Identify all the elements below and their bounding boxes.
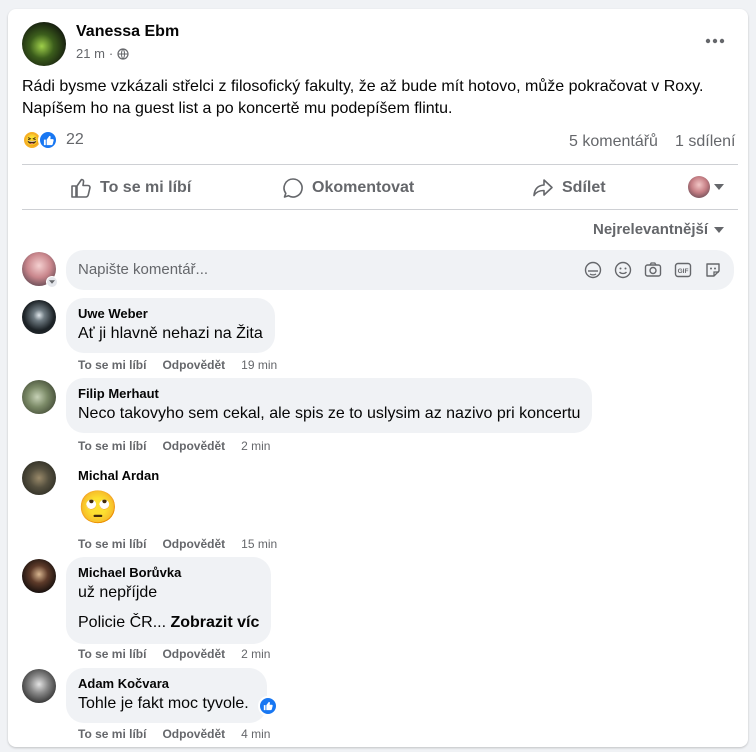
like-reaction-icon (38, 130, 58, 150)
comment-like-button[interactable]: To se mi líbí (78, 647, 146, 661)
eye-roll-emoji: 🙄 (78, 489, 118, 525)
share-button-label: Sdílet (562, 179, 606, 196)
comment-author[interactable]: Filip Merhaut (78, 386, 580, 401)
avatar-sticker-icon[interactable] (584, 261, 602, 279)
comment-time[interactable]: 4 min (241, 727, 270, 741)
comment-reply-button[interactable]: Odpovědět (162, 727, 225, 741)
comment-button[interactable]: Okomentovat (282, 177, 414, 199)
comment-bubble: Filip Merhaut Neco takovyho sem cekal, a… (66, 378, 593, 433)
sort-label: Nejrelevantnější (593, 221, 709, 238)
comment-avatar[interactable] (22, 380, 56, 414)
reactions-summary[interactable]: 😆 22 (22, 130, 84, 150)
composer-chevron-badge (46, 276, 58, 288)
comment-like-button[interactable]: To se mi líbí (78, 358, 146, 372)
comment-avatar[interactable] (22, 669, 56, 703)
comment-time[interactable]: 2 min (241, 647, 270, 661)
comment-actions: To se mi líbí Odpovědět 19 min (78, 358, 277, 372)
more-options-icon[interactable] (700, 31, 730, 51)
thumbs-up-icon (70, 177, 92, 199)
comment-input-placeholder: Napište komentář... (78, 261, 209, 278)
comment-text-continued: Policie ČR... Zobrazit víc (78, 612, 259, 634)
divider-bottom (22, 209, 738, 210)
comment-time[interactable]: 15 min (241, 537, 277, 551)
emoji-icon[interactable] (614, 261, 632, 279)
comment-actions: To se mi líbí Odpovědět 4 min (78, 727, 270, 741)
comment-actions: To se mi líbí Odpovědět 15 min (78, 537, 277, 551)
user-avatar-small (688, 176, 710, 198)
comment-text: Ať ji hlavně nehazi na Žita (78, 325, 263, 342)
comment-bubble-icon (282, 177, 304, 199)
author-avatar[interactable] (22, 22, 66, 66)
comment-text: Tohle je fakt moc tyvole. (78, 695, 249, 712)
chevron-down-icon (714, 184, 724, 190)
comment-avatar[interactable] (22, 300, 56, 334)
comment-bubble: Michal Ardan 🙄 (66, 460, 171, 535)
comment-text-truncated: Policie ČR... (78, 614, 167, 631)
comment-like-button[interactable]: To se mi líbí (78, 537, 146, 551)
comment-bubble: Michael Borůvka už nepříjde Policie ČR..… (66, 557, 272, 644)
like-button-label: To se mi líbí (100, 179, 192, 196)
comment-author[interactable]: Uwe Weber (78, 306, 263, 321)
comment-actions: To se mi líbí Odpovědět 2 min (78, 439, 270, 453)
post-text-line-1: Rádi bysme vzkázali střelci z filosofick… (22, 78, 704, 95)
globe-icon (117, 47, 129, 60)
post-meta: 21 m · (76, 46, 129, 61)
comment-time[interactable]: 19 min (241, 358, 277, 372)
comment-reply-button[interactable]: Odpovědět (162, 439, 225, 453)
comment-reply-button[interactable]: Odpovědět (162, 647, 225, 661)
comment-like-button[interactable]: To se mi líbí (78, 439, 146, 453)
svg-text:GIF: GIF (678, 268, 689, 275)
camera-icon[interactable] (644, 261, 662, 279)
post-text-line-2: Napíšem ho na guest list a po koncertě m… (22, 100, 453, 117)
comment-bubble: Uwe Weber Ať ji hlavně nehazi na Žita (66, 298, 275, 353)
comment-author[interactable]: Adam Kočvara (78, 676, 249, 691)
comment-author[interactable]: Michael Borůvka (78, 565, 259, 580)
comment-reply-button[interactable]: Odpovědět (162, 358, 225, 372)
comment-reply-button[interactable]: Odpovědět (162, 537, 225, 551)
gif-icon[interactable]: GIF (674, 261, 692, 279)
post-card: Vanessa Ebm 21 m · Rádi bysme vzkázali s… (8, 9, 748, 747)
comment-avatar[interactable] (22, 461, 56, 495)
divider-top (22, 164, 738, 165)
comment-text: Neco takovyho sem cekal, ale spis ze to … (78, 405, 581, 422)
comment-like-reaction-icon[interactable] (258, 696, 278, 716)
comment-author[interactable]: Michal Ardan (78, 468, 159, 483)
share-arrow-icon (532, 177, 554, 199)
reaction-count: 22 (66, 131, 84, 148)
comment-input[interactable]: Napište komentář... GIF (66, 250, 734, 290)
comment-bubble: Adam Kočvara Tohle je fakt moc tyvole. (66, 668, 267, 723)
like-button[interactable]: To se mi líbí (70, 177, 191, 199)
comment-time[interactable]: 2 min (241, 439, 270, 453)
sort-chevron-icon (714, 226, 725, 233)
post-time[interactable]: 21 m (76, 46, 105, 61)
share-button[interactable]: Sdílet (532, 177, 606, 199)
sticker-icon[interactable] (704, 261, 722, 279)
comment-text: už nepříjde (78, 584, 158, 601)
comments-count[interactable]: 5 komentářů (569, 133, 658, 151)
shares-count[interactable]: 1 sdílení (675, 133, 735, 151)
see-more-link[interactable]: Zobrazit víc (170, 614, 259, 631)
comment-like-button[interactable]: To se mi líbí (78, 727, 146, 741)
reaction-as-selector[interactable] (688, 176, 724, 198)
comment-actions: To se mi líbí Odpovědět 2 min (78, 647, 270, 661)
author-name[interactable]: Vanessa Ebm (76, 23, 179, 41)
post-text: Rádi bysme vzkázali střelci z filosofick… (22, 76, 738, 120)
comment-button-label: Okomentovat (312, 179, 415, 196)
comment-sort-dropdown[interactable]: Nejrelevantnější (593, 221, 725, 238)
comment-avatar[interactable] (22, 559, 56, 593)
